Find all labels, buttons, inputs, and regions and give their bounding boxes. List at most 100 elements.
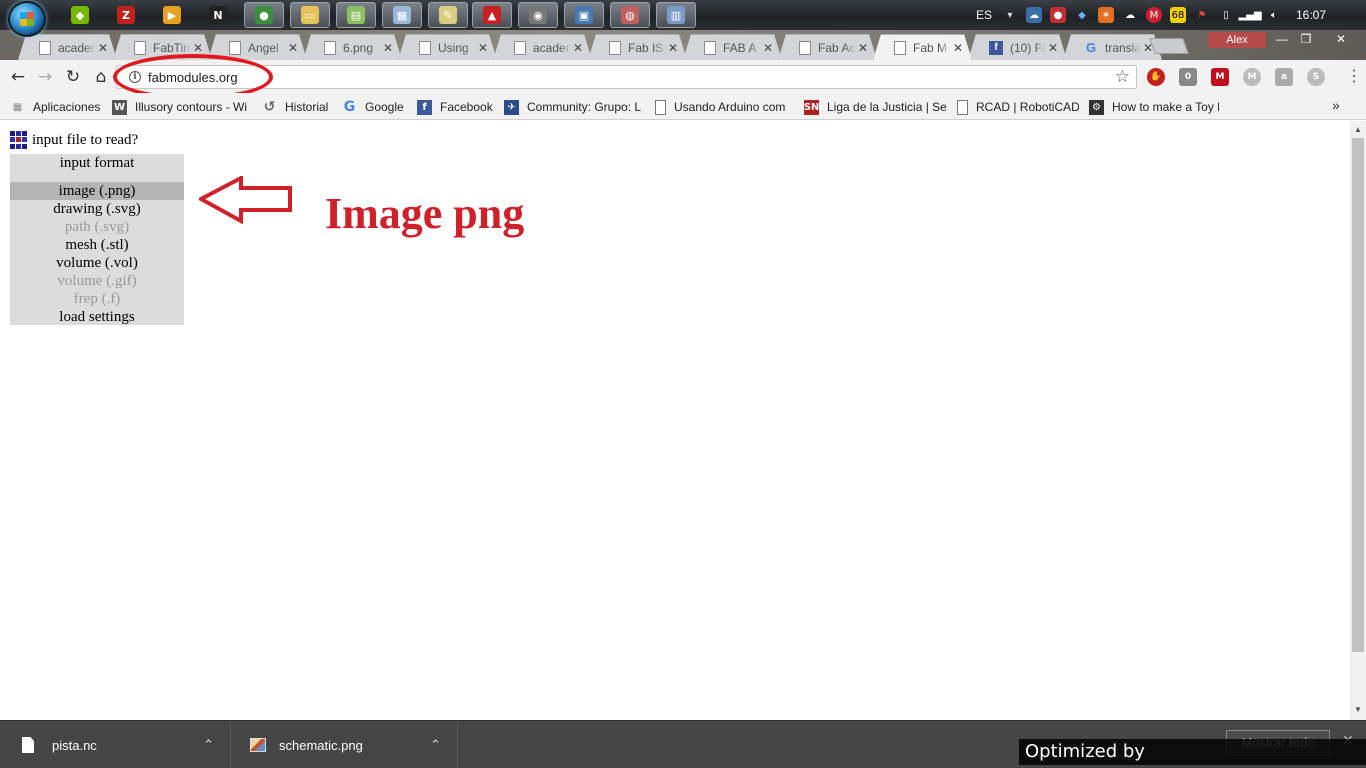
menu-option-7[interactable]: load settings bbox=[10, 308, 184, 326]
extension-badge-icon[interactable]: 0 bbox=[1179, 68, 1197, 86]
menu-option-3[interactable]: mesh (.stl) bbox=[10, 236, 184, 254]
download-filename: pista.nc bbox=[52, 737, 97, 753]
tab-close-icon[interactable]: ✕ bbox=[381, 41, 395, 55]
paint-icon: ◍ bbox=[621, 6, 639, 24]
recorder-icon[interactable]: ● bbox=[1049, 7, 1066, 23]
menu-option-1[interactable]: drawing (.svg) bbox=[10, 200, 184, 218]
tab-4[interactable]: Using ✕ bbox=[398, 34, 497, 60]
tab-close-icon[interactable]: ✕ bbox=[96, 41, 110, 55]
page-title: input file to read? bbox=[32, 131, 139, 148]
taskbar-app-9[interactable]: ▲ bbox=[472, 2, 512, 28]
tab-close-icon[interactable]: ✕ bbox=[476, 41, 490, 55]
notification-badge[interactable]: 68 bbox=[1169, 7, 1186, 23]
tab-9[interactable]: Fab M ✕ bbox=[873, 34, 972, 60]
menu-option-0[interactable]: image (.png) bbox=[10, 182, 184, 200]
bookmark-label: Google bbox=[365, 100, 404, 114]
tab-5[interactable]: acader ✕ bbox=[493, 34, 592, 60]
device-icon[interactable]: ▯ bbox=[1218, 7, 1234, 23]
m-extension-icon[interactable]: M bbox=[1243, 68, 1261, 86]
onedrive-icon[interactable]: ☁ bbox=[1122, 7, 1138, 23]
tab-0[interactable]: acader ✕ bbox=[18, 34, 117, 60]
back-button[interactable]: ← bbox=[8, 67, 28, 87]
bookmark-apps[interactable]: ▦ Aplicaciones bbox=[10, 98, 105, 116]
taskbar-app-0[interactable]: ◆ bbox=[60, 2, 100, 28]
start-button[interactable] bbox=[8, 1, 46, 37]
bookmark-label: How to make a Toy R bbox=[1112, 100, 1219, 114]
mega-extension-icon[interactable]: M bbox=[1211, 68, 1229, 86]
flag-icon[interactable]: ⚑ bbox=[1194, 7, 1210, 23]
bookmark-star-icon[interactable]: ☆ bbox=[1115, 67, 1130, 87]
maximize-icon[interactable]: ❐ bbox=[1296, 30, 1316, 48]
volume-icon[interactable]: 🔈︎ bbox=[1266, 7, 1282, 23]
tab-7[interactable]: FAB A ✕ bbox=[683, 34, 782, 60]
bookmark-wikipedia[interactable]: W Illusory contours - Wi bbox=[112, 98, 254, 116]
bookmark-page[interactable]: Usando Arduino com bbox=[655, 98, 795, 116]
bookmark-facebook[interactable]: f Facebook bbox=[417, 98, 499, 116]
scroll-down-icon[interactable]: ▼ bbox=[1354, 705, 1362, 714]
tab-close-icon[interactable]: ✕ bbox=[666, 41, 680, 55]
taskbar-app-1[interactable]: Z bbox=[106, 2, 146, 28]
signal-icon[interactable]: ▂▄▆ bbox=[1238, 7, 1261, 23]
bookmarks-overflow-icon[interactable]: » bbox=[1332, 97, 1340, 113]
taskbar-app-11[interactable]: ▣ bbox=[564, 2, 604, 28]
chevron-up-icon[interactable]: ⌃ bbox=[203, 738, 214, 753]
window-close-icon[interactable]: ✕ bbox=[1330, 30, 1352, 48]
bookmark-google[interactable]: G Google bbox=[342, 98, 412, 116]
tab-close-icon[interactable]: ✕ bbox=[571, 41, 585, 55]
bookmark-community[interactable]: ✈ Community: Grupo: L bbox=[504, 98, 644, 116]
tab-close-icon[interactable]: ✕ bbox=[856, 41, 870, 55]
forward-button[interactable]: → bbox=[35, 67, 55, 87]
bookmark-label: Liga de la Justicia | Se bbox=[827, 100, 946, 114]
skype-extension-icon[interactable]: S bbox=[1307, 68, 1325, 86]
reload-button[interactable]: ↻ bbox=[63, 67, 83, 87]
taskbar-app-7[interactable]: ▦ bbox=[382, 2, 422, 28]
language-indicator[interactable]: ES bbox=[976, 8, 992, 22]
tab-close-icon[interactable]: ✕ bbox=[951, 41, 965, 55]
tab-close-icon[interactable]: ✕ bbox=[761, 41, 775, 55]
cloud-upload-icon[interactable]: ☁ bbox=[1025, 7, 1042, 23]
menu-option-4[interactable]: volume (.vol) bbox=[10, 254, 184, 272]
taskbar-app-12[interactable]: ◍ bbox=[610, 2, 650, 28]
taskbar-app-10[interactable]: ◉ bbox=[518, 2, 558, 28]
tab-close-icon[interactable]: ✕ bbox=[1046, 41, 1060, 55]
taskbar-app-3[interactable]: N bbox=[198, 2, 238, 28]
notepad-icon: ▦ bbox=[393, 6, 411, 24]
grid-icon[interactable] bbox=[10, 131, 28, 149]
tray-expand-icon[interactable]: ▾ bbox=[1002, 7, 1018, 23]
tab-10[interactable]: f (10) Fa ✕ bbox=[968, 34, 1067, 60]
image-file-icon bbox=[250, 738, 266, 752]
minimize-icon[interactable]: — bbox=[1272, 30, 1292, 48]
tab-11[interactable]: Gtransla ✕ bbox=[1063, 34, 1162, 60]
scrollbar-thumb[interactable] bbox=[1352, 138, 1364, 652]
chevron-up-icon[interactable]: ⌃ bbox=[430, 738, 441, 753]
dropbox-icon[interactable]: ◆ bbox=[1074, 7, 1090, 23]
a-extension-icon[interactable]: a bbox=[1275, 68, 1293, 86]
taskbar-app-6[interactable]: ▤ bbox=[336, 2, 376, 28]
chrome-menu-icon[interactable]: ⋮ bbox=[1346, 66, 1362, 86]
home-button[interactable]: ⌂ bbox=[91, 67, 111, 87]
tab-3[interactable]: 6.png ✕ bbox=[303, 34, 402, 60]
taskbar-app-4[interactable]: ● bbox=[244, 2, 284, 28]
tab-close-icon[interactable]: ✕ bbox=[286, 41, 300, 55]
taskbar-app-8[interactable]: ✎ bbox=[428, 2, 468, 28]
avast-icon[interactable]: ✶ bbox=[1097, 7, 1114, 23]
clock[interactable]: 16:07 bbox=[1296, 8, 1326, 22]
download-item[interactable]: schematic.png ⌃ bbox=[231, 721, 458, 768]
bookmark-page[interactable]: RCAD | RobotiCAD bbox=[957, 98, 1079, 116]
adblock-extension-icon[interactable]: ✋ bbox=[1147, 68, 1165, 86]
tab-8[interactable]: Fab Ac ✕ bbox=[778, 34, 877, 60]
bookmark-sn[interactable]: SN Liga de la Justicia | Se bbox=[804, 98, 946, 116]
tab-6[interactable]: Fab IS ✕ bbox=[588, 34, 687, 60]
page-scrollbar[interactable]: ▲ ▼ bbox=[1350, 121, 1366, 720]
profile-button[interactable]: Alex bbox=[1208, 32, 1266, 48]
mega-icon[interactable]: M bbox=[1145, 7, 1162, 23]
taskbar-app-2[interactable]: ▶ bbox=[152, 2, 192, 28]
bookmark-instructables[interactable]: ⚙ How to make a Toy R bbox=[1089, 98, 1219, 116]
download-item[interactable]: pista.nc ⌃ bbox=[0, 721, 231, 768]
bookmark-history[interactable]: ↺ Historial bbox=[262, 98, 334, 116]
taskbar-app-5[interactable]: ▭ bbox=[290, 2, 330, 28]
scroll-up-icon[interactable]: ▲ bbox=[1354, 125, 1362, 134]
tab-close-icon[interactable]: ✕ bbox=[191, 41, 205, 55]
new-tab-button[interactable] bbox=[1149, 38, 1189, 54]
taskbar-app-13[interactable]: ▥ bbox=[656, 2, 696, 28]
